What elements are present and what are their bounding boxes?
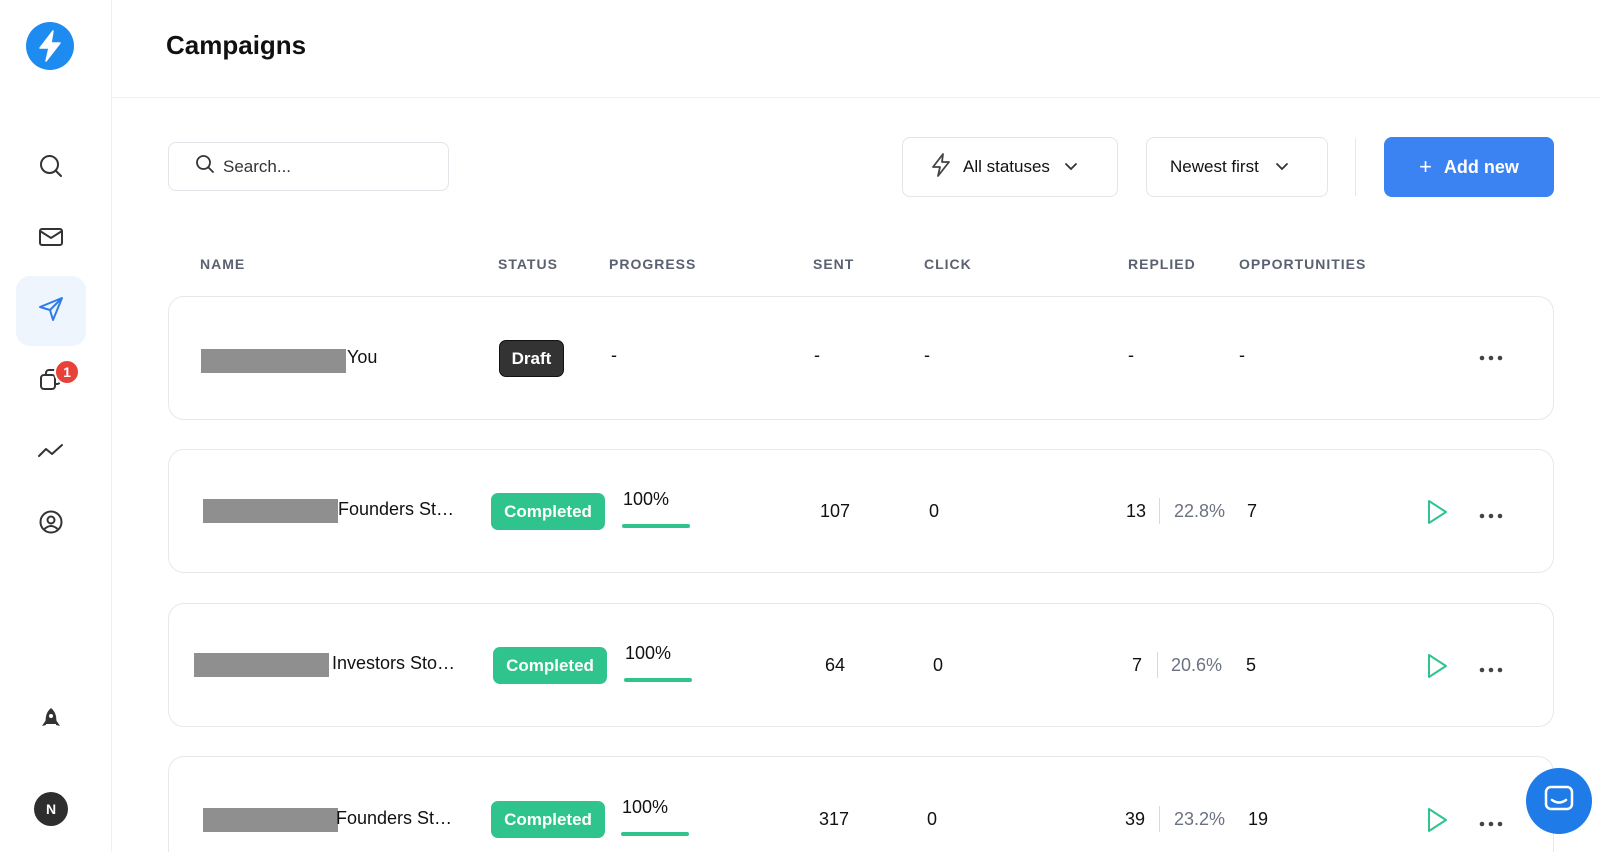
mail-icon — [38, 226, 64, 253]
bolt-icon — [929, 152, 953, 183]
redacted-name — [194, 653, 329, 677]
progress-value: - — [611, 345, 617, 365]
progress-value: 100% — [623, 489, 670, 509]
toolbar-divider — [1355, 138, 1356, 196]
notification-badge: 1 — [54, 359, 80, 385]
search-icon — [38, 153, 64, 184]
click-value: 0 — [933, 655, 944, 675]
table-row[interactable]: You Draft - - - - - — [168, 296, 1554, 420]
campaign-name[interactable]: Investors Sto… — [332, 653, 455, 674]
progress-value: 100% — [625, 643, 672, 663]
replied-divider — [1159, 806, 1160, 832]
chevron-down-icon — [1275, 157, 1289, 177]
replied-divider — [1157, 652, 1158, 678]
search-input[interactable] — [223, 156, 433, 177]
progress-bar — [622, 524, 690, 528]
search-icon — [195, 154, 215, 179]
click-value: - — [924, 345, 930, 365]
table-row[interactable]: Founders St… Completed 100% 317 0 39 23.… — [168, 756, 1554, 852]
progress-value: 100% — [622, 797, 669, 817]
replied-value: 7 — [1132, 655, 1143, 675]
play-icon[interactable] — [1426, 653, 1448, 684]
replied-value: 39 — [1125, 809, 1146, 829]
replied-value: 13 — [1126, 501, 1147, 521]
column-header-name[interactable]: NAME — [200, 256, 245, 272]
column-header-opportunities[interactable]: OPPORTUNITIES — [1239, 256, 1366, 272]
sidebar-item-account[interactable] — [16, 489, 86, 559]
sidebar-item-inbox[interactable] — [16, 204, 86, 274]
sidebar-item-getting-started[interactable] — [16, 686, 86, 756]
column-header-replied[interactable]: REPLIED — [1128, 256, 1196, 272]
sent-value: - — [814, 345, 820, 365]
rocket-icon — [40, 706, 62, 737]
plus-icon: + — [1419, 154, 1432, 179]
header: Campaigns — [112, 0, 1600, 98]
status-badge: Completed — [493, 647, 607, 684]
progress-bar — [621, 832, 689, 836]
analytics-icon — [37, 441, 65, 466]
sidebar-item-search[interactable] — [16, 133, 86, 203]
sent-value: 64 — [825, 655, 846, 675]
sidebar-item-campaigns[interactable] — [16, 276, 86, 346]
column-header-sent[interactable]: SENT — [813, 256, 854, 272]
more-options-icon[interactable] — [1479, 661, 1503, 679]
sent-value: 107 — [820, 501, 851, 521]
add-new-button[interactable]: + Add new — [1384, 137, 1554, 197]
redacted-name — [201, 349, 346, 373]
sidebar-item-analytics[interactable] — [16, 418, 86, 488]
play-icon[interactable] — [1426, 807, 1448, 838]
play-icon[interactable] — [1426, 499, 1448, 530]
table-row[interactable]: Investors Sto… Completed 100% 64 0 7 20.… — [168, 603, 1554, 727]
opportunities-value: - — [1239, 345, 1245, 365]
user-circle-icon — [38, 509, 64, 540]
column-header-status[interactable]: STATUS — [498, 256, 558, 272]
sent-value: 317 — [819, 809, 850, 829]
sidebar-item-templates[interactable]: 1 — [16, 347, 86, 417]
campaign-name[interactable]: Founders St… — [338, 499, 454, 520]
chat-launcher-button[interactable] — [1526, 768, 1592, 834]
click-value: 0 — [929, 501, 940, 521]
opportunities-value: 19 — [1248, 809, 1269, 829]
status-badge: Completed — [491, 493, 605, 530]
status-filter-label: All statuses — [963, 157, 1050, 176]
opportunities-value: 7 — [1247, 501, 1258, 521]
replied-rate: 22.8% — [1174, 501, 1226, 521]
page-title: Campaigns — [166, 30, 307, 60]
column-header-progress[interactable]: PROGRESS — [609, 256, 696, 272]
replied-rate: 20.6% — [1171, 655, 1223, 675]
avatar[interactable]: N — [34, 792, 68, 826]
click-value: 0 — [927, 809, 938, 829]
sort-label: Newest first — [1170, 157, 1259, 176]
status-badge: Draft — [499, 340, 564, 377]
status-badge: Completed — [491, 801, 605, 838]
sidebar: 1 N — [0, 0, 112, 852]
send-icon — [37, 295, 65, 328]
replied-divider — [1159, 498, 1160, 524]
campaign-name[interactable]: Founders St… — [336, 808, 452, 829]
status-filter-dropdown[interactable]: All statuses — [902, 137, 1118, 197]
add-new-label: Add new — [1443, 156, 1519, 177]
chat-icon — [1543, 784, 1575, 819]
redacted-name — [203, 499, 338, 523]
more-options-icon[interactable] — [1479, 349, 1503, 367]
campaign-name[interactable]: You — [347, 347, 377, 368]
opportunities-value: 5 — [1246, 655, 1257, 675]
chevron-down-icon — [1064, 157, 1078, 177]
sort-dropdown[interactable]: Newest first — [1146, 137, 1328, 197]
search-box[interactable] — [168, 142, 449, 191]
progress-bar — [624, 678, 692, 682]
logo-icon[interactable] — [26, 22, 74, 70]
more-options-icon[interactable] — [1479, 815, 1503, 833]
replied-value: - — [1128, 345, 1134, 365]
table-row[interactable]: Founders St… Completed 100% 107 0 13 22.… — [168, 449, 1554, 573]
redacted-name — [203, 808, 338, 832]
column-header-click[interactable]: CLICK — [924, 256, 972, 272]
replied-rate: 23.2% — [1174, 809, 1226, 829]
more-options-icon[interactable] — [1479, 507, 1503, 525]
